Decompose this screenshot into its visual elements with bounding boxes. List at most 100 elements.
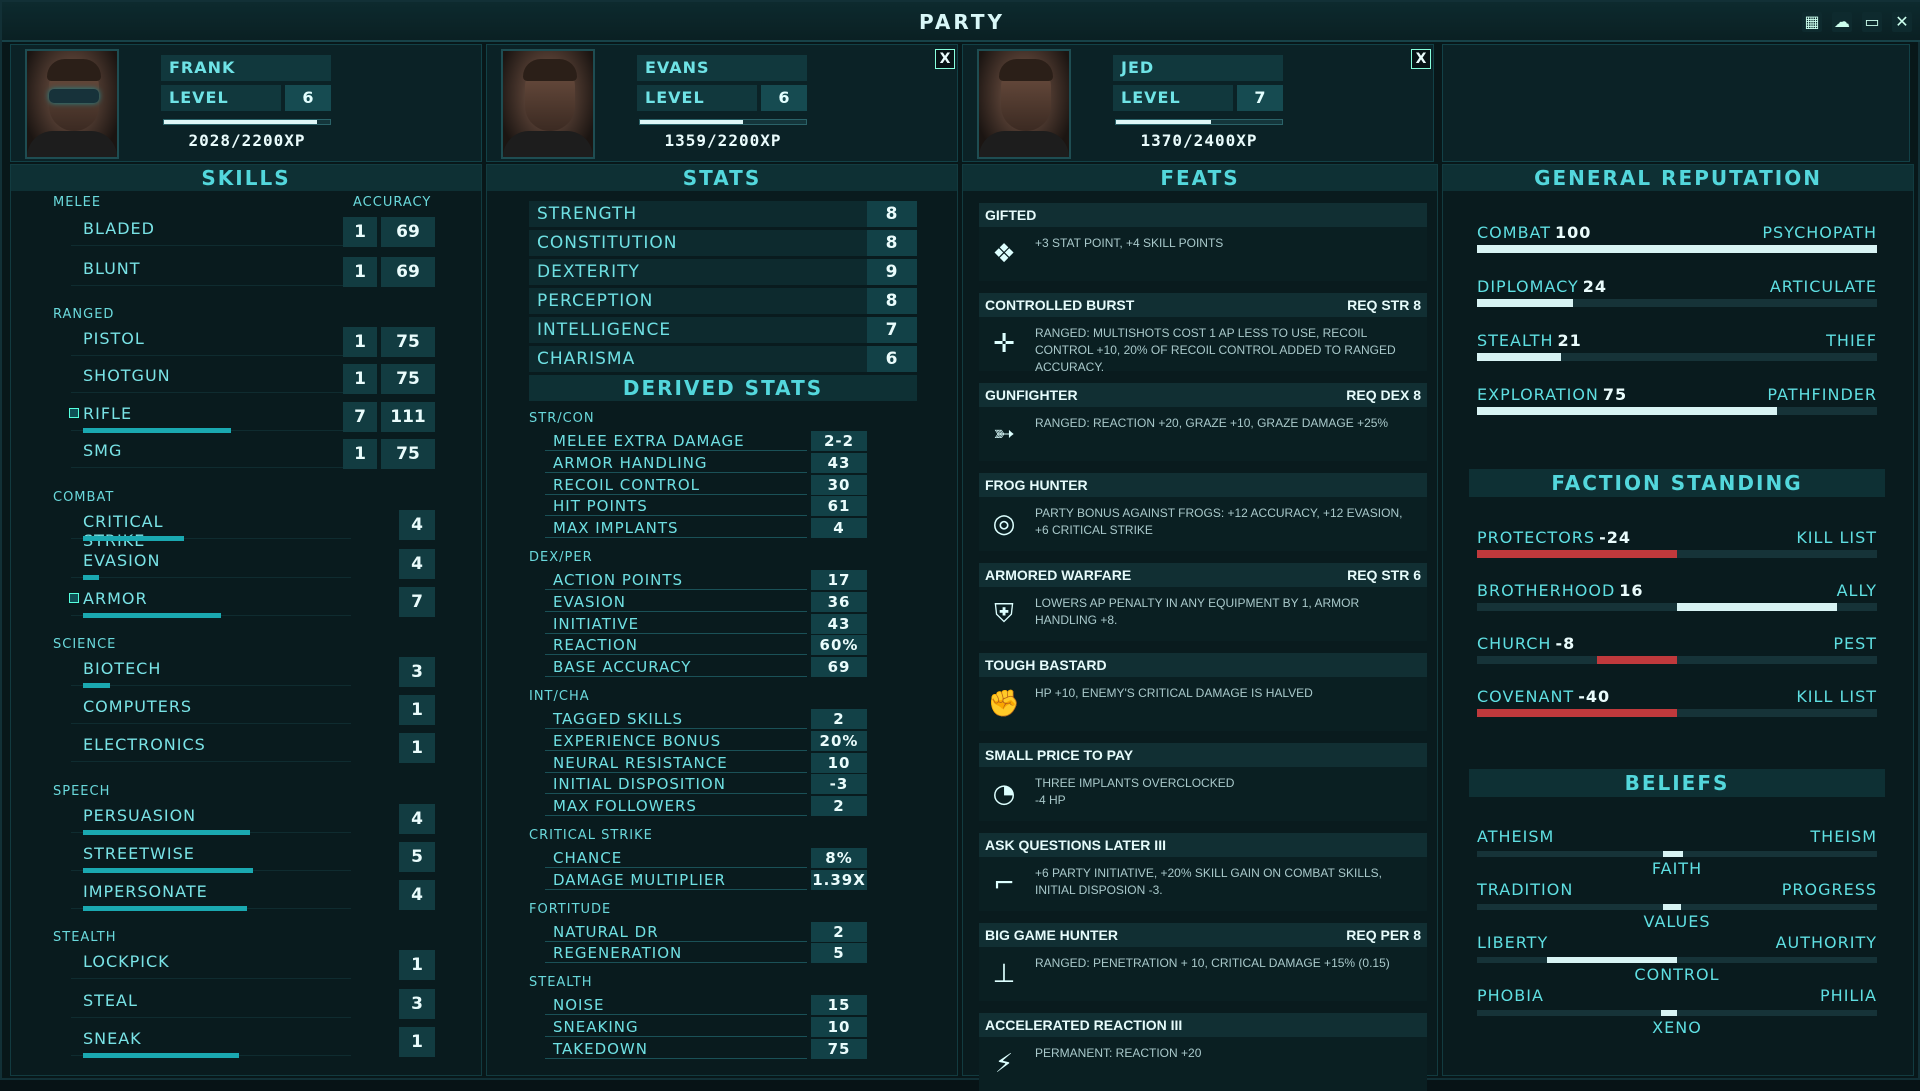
portrait-hair [999,59,1053,81]
beliefs-heading: BELIEFS [1469,769,1885,797]
armor-icon: ⛨ [994,599,1014,629]
derived-stat-row[interactable]: ARMOR HANDLING 43 [545,452,867,473]
skill-value: 1 [399,950,435,980]
feat-card[interactable]: ARMORED WARFARE REQ STR 6 ⛨ LOWERS AP PENAL… [979,563,1427,641]
attribute-row[interactable]: STRENGTH 8 [529,201,917,227]
skill-divider [71,761,351,762]
skill-divider [71,245,351,246]
remove-member-button[interactable]: X [935,49,955,69]
derived-stat-name: ARMOR HANDLING [553,453,708,472]
derived-stat-row[interactable]: ACTION POINTS 17 [545,570,867,590]
feat-description: +3 STAT POINT, +4 SKILL POINTS [1035,236,1224,250]
derived-stat-row[interactable]: INITIATIVE 43 [545,613,867,634]
feat-card[interactable]: GIFTED ❖ +3 STAT POINT, +4 SKILL POINTS [979,203,1427,281]
portrait[interactable] [501,49,595,159]
derived-stat-row[interactable]: HIT POINTS 61 [545,496,867,517]
frog-target-icon: ◎ [992,509,1016,539]
skill-progress-bar [83,428,232,433]
derived-stat-row[interactable]: BASE ACCURACY 69 [545,657,867,678]
feat-body: ⚡ PERMANENT: REACTION +20 [979,1037,1427,1091]
feat-card[interactable]: BIG GAME HUNTER REQ PER 8 ⊥ RANGED: PENETRA… [979,923,1427,1001]
attribute-value: 8 [867,201,917,227]
skill-value: 3 [399,657,435,687]
skill-value: 5 [399,842,435,872]
attribute-row[interactable]: CHARISMA 6 [529,346,917,372]
feat-body: ❖ +3 STAT POINT, +4 SKILL POINTS [979,227,1427,281]
reputation-name: DIPLOMACY 24 [1477,277,1607,296]
reputation-title: PSYCHOPATH [1762,223,1877,242]
derived-stat-row[interactable]: EXPERIENCE BONUS 20% [545,730,867,751]
brain-icon[interactable]: ☁ [1832,12,1852,32]
derived-stat-name: TAKEDOWN [553,1039,648,1058]
feats-heading: FEATS [963,165,1437,191]
portrait[interactable] [25,49,119,159]
remove-member-button[interactable]: X [1411,49,1431,69]
member-name: EVANS [637,55,807,81]
party-member-card[interactable]: FRANK LEVEL 6 2028/2200XP [10,44,482,162]
derived-stat-row[interactable]: DAMAGE MULTIPLIER 1.39x [545,869,867,890]
derived-stat-row[interactable]: NEURAL RESISTANCE 10 [545,752,867,773]
derived-stat-value: 43 [811,613,867,634]
window-title: PARTY [919,10,1005,34]
skill-divider [71,285,351,286]
derived-stat-row[interactable]: NATURAL DR 2 [545,921,867,942]
derived-stat-row[interactable]: RECOIL CONTROL 30 [545,474,867,495]
attribute-row[interactable]: PERCEPTION 8 [529,288,917,314]
derived-stat-name: ACTION POINTS [553,571,684,589]
feat-description: THREE IMPLANTS OVERCLOCKED -4 HP [1035,776,1235,807]
derived-stat-row[interactable]: SNEAKING 10 [545,1017,867,1037]
reputation-fill [1477,550,1677,558]
skill-accuracy: 75 [381,364,435,394]
calendar-icon[interactable]: ▦ [1802,12,1822,32]
derived-stat-row[interactable]: CHANCE 8% [545,848,867,868]
feat-card[interactable]: FROG HUNTER ◎ PARTY BONUS AGAINST FROGS: +… [979,473,1427,551]
skill-value: 1 [343,364,377,394]
window-controls: ▦ ☁ ▭ ✕ [1802,12,1912,32]
gun-icon: ➳ [993,419,1015,449]
skill-value: 1 [399,733,435,763]
skill-progress-bar [83,868,253,873]
attribute-row[interactable]: DEXTERITY 9 [529,259,917,285]
feat-card[interactable]: CONTROLLED BURST REQ STR 8 ✛ RANGED: MULTIS… [979,293,1427,374]
derived-stat-row[interactable]: MELEE EXTRA DAMAGE 2-2 [545,431,867,451]
derived-stat-name: DAMAGE MULTIPLIER [553,870,726,889]
feat-header: TOUGH BASTARD [979,653,1427,677]
party-member-card[interactable]: JED LEVEL 7 1370/2400XP X [962,44,1434,162]
feat-name: SMALL PRICE TO PAY [985,747,1134,763]
skills-panel: SKILLS ACCURACY MELEE BLADED 1 69 BLUNT 1 69 RAN… [10,164,482,1076]
chat-icon[interactable]: ▭ [1862,12,1882,32]
feat-card[interactable]: ACCELERATED REACTION III ⚡ PERMANENT: REAC… [979,1013,1427,1091]
reputation-label: PROTECTORS [1477,528,1596,547]
belief-left: PHOBIA [1477,986,1544,1005]
skill-progress-bar [83,575,99,580]
feat-card[interactable]: GUNFIGHTER REQ DEX 8 ➳ RANGED: REACTION +20… [979,383,1427,461]
attribute-row[interactable]: CONSTITUTION 8 [529,230,917,256]
feat-card[interactable]: SMALL PRICE TO PAY ◔ THREE IMPLANTS OVERCL… [979,743,1427,821]
skill-name: COMPUTERS [83,697,193,716]
feat-requirement: REQ DEX 8 [1346,387,1421,403]
belief-left: ATHEISM [1477,827,1555,846]
skill-value: 4 [399,804,435,834]
skill-category: COMBAT [53,490,115,505]
derived-stat-row[interactable]: MAX IMPLANTS 4 [545,518,867,539]
derived-stat-row[interactable]: REACTION 60% [545,635,867,656]
derived-stat-row[interactable]: EVASION 36 [545,591,867,612]
feat-card[interactable]: TOUGH BASTARD ✊ HP +10, ENEMY'S CRITICAL D… [979,653,1427,731]
skill-divider [71,467,351,468]
party-member-card[interactable]: EVANS LEVEL 6 1359/2200XP X [486,44,958,162]
derived-stat-row[interactable]: TAGGED SKILLS 2 [545,709,867,729]
empty-party-slot[interactable] [1442,44,1910,162]
derived-stat-row[interactable]: INITIAL DISPOSITION -3 [545,774,867,795]
reputation-title: KILL LIST [1796,687,1877,706]
portrait[interactable] [977,49,1071,159]
skill-value: 7 [343,402,377,432]
derived-stat-row[interactable]: NOISE 15 [545,995,867,1016]
close-icon[interactable]: ✕ [1892,12,1912,32]
attribute-name: PERCEPTION [537,291,654,311]
feat-card[interactable]: ASK QUESTIONS LATER III ⌐ +6 PARTY INITIAT… [979,833,1427,911]
feat-body: ⊥ RANGED: PENETRATION + 10, CRITICAL DAMA… [979,947,1427,1001]
attribute-row[interactable]: INTELLIGENCE 7 [529,317,917,343]
derived-stat-row[interactable]: REGENERATION 5 [545,943,867,964]
derived-stat-row[interactable]: MAX FOLLOWERS 2 [545,796,867,817]
derived-stat-row[interactable]: TAKEDOWN 75 [545,1038,867,1059]
